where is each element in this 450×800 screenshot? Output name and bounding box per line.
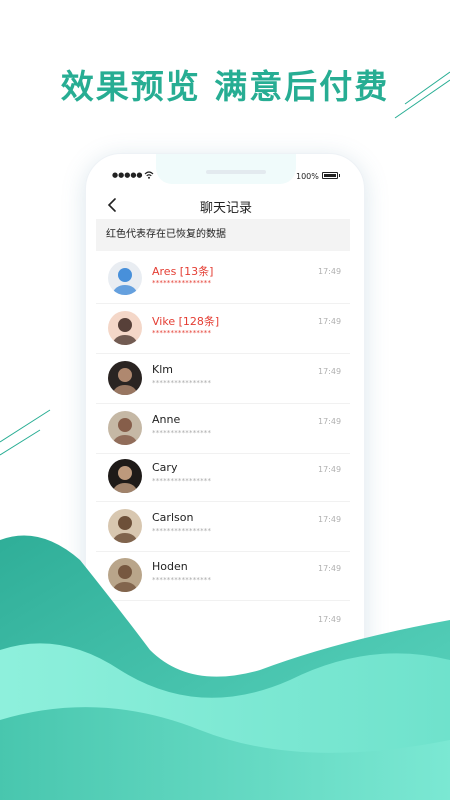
- chat-preview: ****************: [152, 379, 212, 387]
- avatar: [108, 411, 142, 445]
- chat-name-text: Cary: [152, 461, 178, 474]
- chat-time: 17:49: [318, 317, 342, 326]
- chat-name: Vike [128条]: [152, 313, 219, 329]
- chat-row[interactable]: Cary **************** 17:49: [96, 452, 350, 502]
- chat-message-count: [13条]: [176, 265, 214, 278]
- avatar: [108, 261, 142, 295]
- chat-preview: ****************: [152, 279, 212, 287]
- battery-percent: 100%: [296, 172, 319, 181]
- avatar: [108, 361, 142, 395]
- battery-icon: [322, 172, 340, 179]
- chat-name-text: Anne: [152, 413, 181, 426]
- decorative-waves: [0, 535, 450, 800]
- chat-time: 17:49: [318, 465, 342, 474]
- chat-time: 17:49: [318, 367, 342, 376]
- signal-icon: ●●●●●: [112, 171, 143, 179]
- chat-name: Cary: [152, 461, 177, 474]
- avatar: [108, 459, 142, 493]
- chat-preview: ****************: [152, 329, 212, 337]
- chat-preview: ****************: [152, 477, 212, 485]
- chat-time: 17:49: [318, 417, 342, 426]
- chat-row[interactable]: Ares [13条] **************** 17:49: [96, 254, 350, 304]
- chat-name-text: Klm: [152, 363, 173, 376]
- page-title: 聊天记录: [199, 201, 252, 216]
- avatar: [108, 311, 142, 345]
- chat-name-text: Ares: [152, 265, 177, 278]
- chat-time: 17:49: [318, 267, 342, 276]
- status-bar: ●●●●● 100%: [86, 170, 364, 186]
- chat-name-text: Vike: [152, 315, 176, 328]
- nav-bar: 聊天记录: [86, 192, 364, 220]
- wifi-icon: [144, 171, 154, 179]
- chat-message-count: [128条]: [175, 315, 220, 328]
- chat-row[interactable]: Anne **************** 17:49: [96, 404, 350, 454]
- chat-row[interactable]: Klm **************** 17:49: [96, 354, 350, 404]
- chat-preview: ****************: [152, 429, 212, 437]
- chat-name: Anne: [152, 413, 180, 426]
- recovery-legend-banner: 红色代表存在已恢复的数据: [96, 219, 350, 251]
- chat-name: Ares [13条]: [152, 263, 213, 279]
- chat-name: Klm: [152, 363, 173, 376]
- chat-row[interactable]: Vike [128条] **************** 17:49: [96, 304, 350, 354]
